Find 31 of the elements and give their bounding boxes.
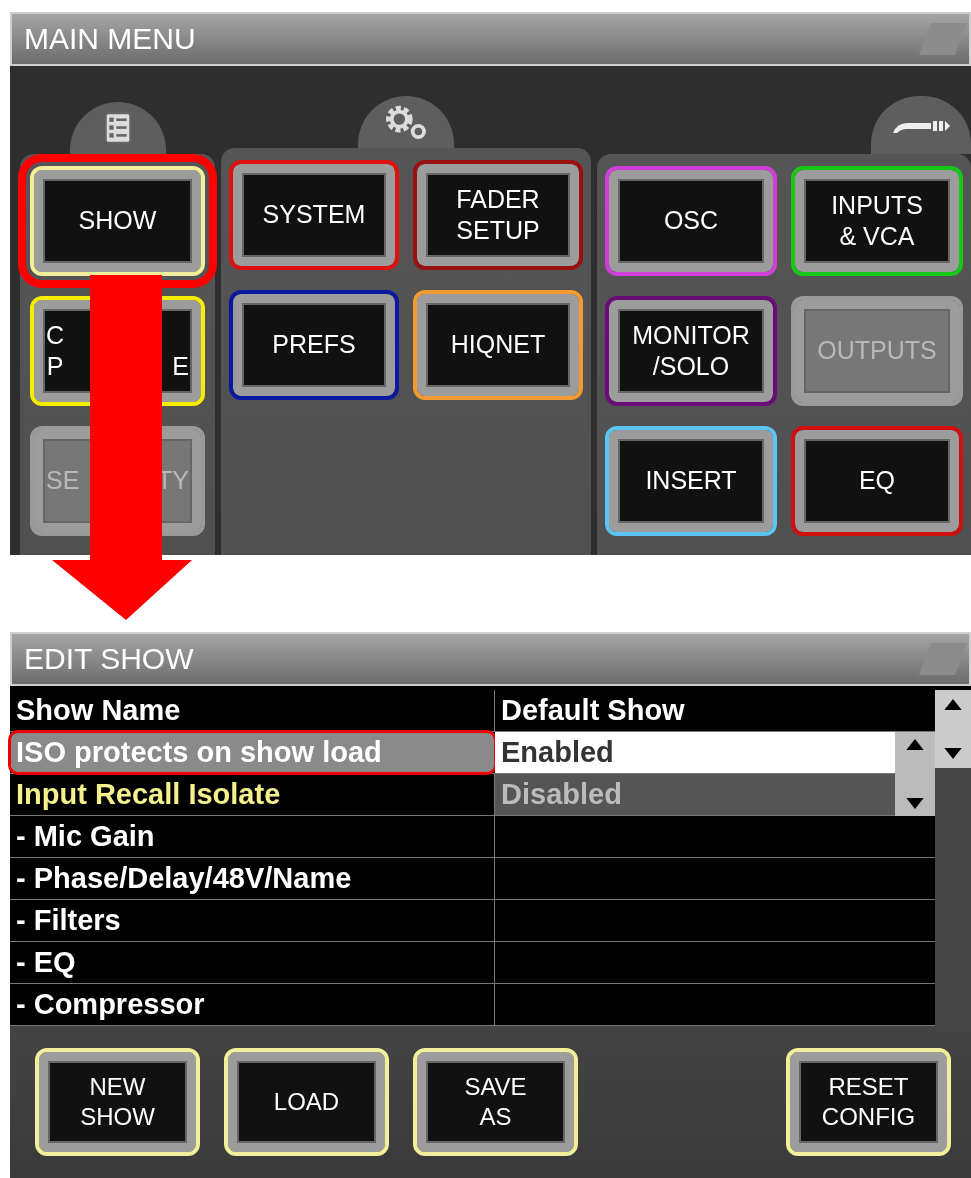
menu-button[interactable]: INSERT xyxy=(605,426,777,536)
scroll-up-icon[interactable] xyxy=(935,690,971,719)
action-button[interactable]: RESET CONFIG xyxy=(786,1048,951,1156)
list-icon xyxy=(104,111,131,145)
menu-button[interactable]: PREFS xyxy=(229,290,399,400)
scroll-down-icon[interactable] xyxy=(935,739,971,768)
setting-label[interactable]: - EQ xyxy=(10,942,495,983)
setting-value: Default Show xyxy=(500,693,686,728)
menu-button[interactable]: SYSTEM xyxy=(229,160,399,270)
option-scrollbar[interactable] xyxy=(895,732,935,816)
screen-title: MAIN MENU xyxy=(24,22,196,56)
screen-title: EDIT SHOW xyxy=(24,642,194,676)
action-button[interactable]: NEW SHOW xyxy=(35,1048,200,1156)
setting-label[interactable]: - Compressor xyxy=(10,984,495,1025)
action-button[interactable]: LOAD xyxy=(224,1048,389,1156)
scroll-up-icon[interactable] xyxy=(904,738,926,751)
scroll-down-icon[interactable] xyxy=(904,797,926,810)
option-item[interactable]: Enabled xyxy=(495,732,895,773)
menu-button[interactable]: OSC xyxy=(605,166,777,276)
menu-button[interactable]: MONITOR /SOLO xyxy=(605,296,777,406)
menu-button[interactable]: HIQNET xyxy=(413,290,583,400)
menu-tab[interactable] xyxy=(871,96,971,154)
option-item[interactable]: Disabled xyxy=(495,774,895,815)
setting-label[interactable]: - Filters xyxy=(10,900,495,941)
action-button[interactable]: SAVE AS xyxy=(413,1048,578,1156)
setting-label[interactable]: - Mic Gain xyxy=(10,816,495,857)
menu-button[interactable]: FADER SETUP xyxy=(413,160,583,270)
menu-button[interactable]: INPUTS & VCA xyxy=(791,166,963,276)
menu-button[interactable]: EQ xyxy=(791,426,963,536)
scrollbar[interactable] xyxy=(935,690,971,1026)
setting-label[interactable]: - Phase/Delay/48V/Name xyxy=(10,858,495,899)
